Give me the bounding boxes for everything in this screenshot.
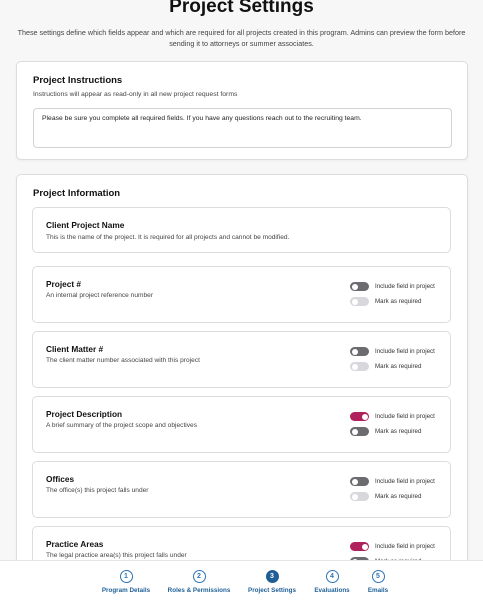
toggle-knob [351,348,358,355]
field-card: Client Matter # The client matter number … [32,331,451,388]
include-field-toggle-row[interactable]: Include field in project [350,542,435,551]
field-description: A brief summary of the project scope and… [46,422,197,429]
project-information-heading: Project Information [33,188,121,199]
mark-required-toggle[interactable] [350,492,369,501]
page-content: Project Settings These settings define w… [0,0,483,560]
include-field-toggle-label: Include field in project [375,413,435,420]
project-instructions-subheading: Instructions will appear as read-only in… [33,91,238,98]
field-title: Client Project Name [46,220,125,230]
page-title: Project Settings [169,0,314,17]
step-2[interactable]: 2 Roles & Permissions [159,570,239,594]
field-description: The legal practice area(s) this project … [46,552,187,559]
toggle-knob [351,478,358,485]
toggle-knob [361,413,368,420]
step-label: Emails [367,587,389,594]
step-1[interactable]: 1 Program Details [86,570,166,594]
mark-required-toggle-label: Mark as required [375,363,422,370]
step-number-circle: 2 [192,570,206,583]
mark-required-toggle-label: Mark as required [375,493,422,500]
include-field-toggle[interactable] [350,347,369,356]
step-number-circle: 4 [325,570,339,583]
include-field-toggle-label: Include field in project [375,543,435,550]
field-card: Project # An internal project reference n… [32,266,451,323]
field-description: The client matter number associated with… [46,357,200,364]
include-field-toggle-label: Include field in project [375,348,435,355]
page-subtitle: These settings define which fields appea… [17,28,466,48]
include-field-toggle[interactable] [350,282,369,291]
mark-required-toggle-row[interactable]: Mark as required [350,492,421,501]
include-field-toggle-label: Include field in project [375,283,435,290]
field-title: Offices [46,474,75,484]
field-client-project-name: Client Project Name This is the name of … [32,207,451,253]
mark-required-toggle-row[interactable]: Mark as required [350,362,421,371]
include-field-toggle-row[interactable]: Include field in project [350,282,435,291]
toggle-knob [351,298,358,305]
mark-required-toggle[interactable] [350,427,369,436]
field-card: Practice Areas The legal practice area(s)… [32,526,451,560]
field-title: Practice Areas [46,539,104,549]
field-title: Project Description [46,409,123,419]
include-field-toggle-row[interactable]: Include field in project [350,477,435,486]
stepper-footer: 1 Program Details 2 Roles & Permissions 3 Pro… [0,560,483,602]
step-number-circle: 3 [265,570,279,583]
include-field-toggle[interactable] [350,542,369,551]
step-label: Program Details [101,587,151,594]
mark-required-toggle[interactable] [350,362,369,371]
include-field-toggle[interactable] [350,412,369,421]
field-description: The office(s) this project falls under [46,487,149,494]
step-number-circle: 1 [119,570,133,583]
step-5[interactable]: 5 Emails [338,570,418,594]
mark-required-toggle-label: Mark as required [375,298,422,305]
toggle-knob [361,543,368,550]
field-card: Project Description A brief summary of th… [32,396,451,453]
toggle-knob [351,428,358,435]
toggle-knob [351,493,358,500]
field-description: An internal project reference number [46,292,154,299]
include-field-toggle-label: Include field in project [375,478,435,485]
project-instructions-card: Project Instructions Instructions will a… [16,61,468,160]
field-title: Project # [46,279,82,289]
toggle-knob [351,283,358,290]
step-label: Roles & Permissions [167,587,231,594]
field-description: This is the name of the project. It is r… [46,234,290,241]
project-instructions-textarea[interactable]: Please be sure you complete all required… [33,108,452,148]
mark-required-toggle-row[interactable]: Mark as required [350,427,421,436]
mark-required-toggle[interactable] [350,297,369,306]
project-instructions-heading: Project Instructions [33,75,123,86]
field-card: Offices The office(s) this project falls … [32,461,451,518]
mark-required-toggle-label: Mark as required [375,428,422,435]
include-field-toggle-row[interactable]: Include field in project [350,347,435,356]
step-number-circle: 5 [371,570,385,583]
field-title: Client Matter # [46,344,104,354]
include-field-toggle-row[interactable]: Include field in project [350,412,435,421]
toggle-knob [351,363,358,370]
include-field-toggle[interactable] [350,477,369,486]
mark-required-toggle-row[interactable]: Mark as required [350,297,421,306]
